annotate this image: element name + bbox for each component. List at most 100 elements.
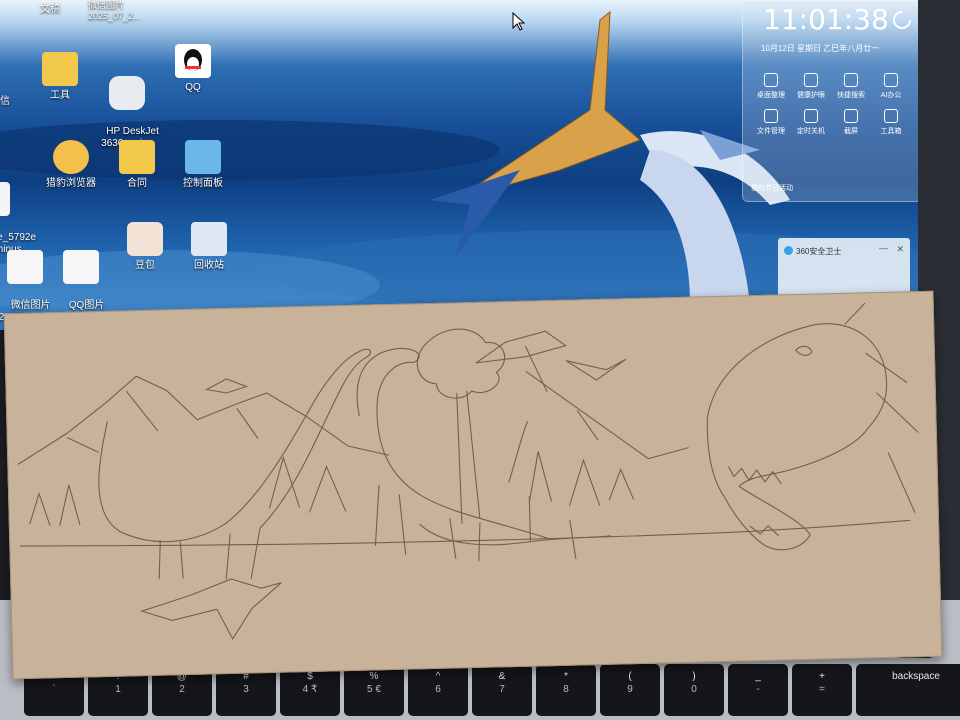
desktop-icon-label: QQ (185, 82, 201, 93)
widget-button-ai[interactable]: AI办公 (871, 73, 911, 100)
folder-icon (42, 52, 78, 86)
desktop-icon-label: 回收站 (194, 260, 224, 271)
desktop-icon-browser[interactable]: 猎豹浏览器 (36, 140, 106, 190)
key-sublabel: 5 € (367, 684, 381, 695)
desktop-widget: 11:01:38 10月12日 星期日 乙巳年八月廿一 桌面整理 健康护眼 快捷… (742, 0, 922, 202)
trex-teeth (728, 466, 782, 537)
key-symbol[interactable]: & 7 (472, 664, 532, 716)
pterosaur-sketch (204, 330, 627, 394)
key-symbol[interactable]: (9 (600, 664, 660, 716)
desktop-top-label[interactable]: 微信图片 2025_07_2... (88, 0, 178, 22)
desktop-icon-tools[interactable]: 工具 (25, 52, 95, 102)
widget-button-label: 工具箱 (880, 128, 902, 135)
browser-icon (53, 140, 89, 174)
key-sublabel: ` (52, 684, 56, 695)
trex-head (706, 323, 888, 551)
desktop-icon-recycle-bin[interactable]: 回收站 (174, 222, 244, 272)
key-sublabel: 1 (115, 684, 121, 695)
key-sublabel: 3 (243, 684, 249, 695)
widget-button-label: 定时关机 (797, 128, 825, 135)
qq-icon (175, 44, 211, 78)
widget-button-label: 文件管理 (757, 128, 785, 135)
close-button[interactable]: ✕ (896, 244, 904, 255)
key-sublabel: 8 (563, 684, 569, 695)
printer-icon (109, 76, 145, 110)
trex-eye (795, 345, 813, 356)
widget-button-search[interactable]: 快捷搜索 (831, 73, 871, 100)
key-symbol[interactable]: % 5 € (344, 664, 404, 716)
desktop-icon-control-panel[interactable]: 控制面板 (168, 140, 238, 190)
widget-button-label: 快捷搜索 (837, 92, 865, 99)
key-label: % (369, 671, 379, 682)
dinosaur-pencil-sketch (17, 302, 919, 641)
plus-icon (884, 109, 898, 123)
image-file-icon (63, 250, 99, 284)
desktop-icon-doubao[interactable]: 豆包 (110, 222, 180, 272)
tree-canopy (416, 328, 506, 399)
key-symbol[interactable]: ^ 6 (408, 664, 468, 716)
search-icon (844, 73, 858, 87)
widget-button-eye-care[interactable]: 健康护眼 (791, 73, 831, 100)
widget-button-label: 桌面整理 (757, 92, 785, 99)
key-symbol[interactable]: _ - (728, 664, 788, 716)
mouse-cursor-icon (512, 12, 526, 31)
ai-icon (884, 73, 898, 87)
avatar-icon (127, 222, 163, 256)
key-sublabel: 4 ₹ (302, 684, 318, 695)
folder-icon (119, 140, 155, 174)
widget-button-desktop-organize[interactable]: 桌面整理 (751, 73, 791, 100)
sauropod-left (98, 348, 372, 580)
desktop-icon-qq[interactable]: QQ (158, 44, 228, 94)
shield-icon (784, 246, 793, 255)
desktop-icon-contracts[interactable]: 合同 (102, 140, 172, 190)
desktop-icon-label: 合同 (127, 178, 147, 189)
desktop-screen: 文稿 微信图片 2025_07_2... 信 工具 HP DeskJet 363… (0, 0, 960, 330)
desktop-organize-icon (764, 73, 778, 87)
key-sublabel: 0 (691, 684, 697, 695)
key-label: & (498, 671, 506, 682)
key-sublabel: 9 (627, 684, 633, 695)
key-label: + (819, 671, 825, 682)
key-label: ^ (435, 671, 441, 682)
widget-button-toolbox[interactable]: 工具箱 (871, 109, 911, 136)
key-sublabel: 7 (499, 684, 505, 695)
image-file-icon (7, 250, 43, 284)
desktop-icon-label: 工具 (50, 90, 70, 101)
mountain-outline (525, 371, 689, 460)
widget-button-label: 截屏 (844, 128, 858, 135)
desktop-icon-label: 豆包 (135, 260, 155, 271)
power-icon (804, 109, 818, 123)
key-label: ( (628, 671, 632, 682)
widget-button-shutdown[interactable]: 定时关机 (791, 109, 831, 136)
recycle-bin-icon (191, 222, 227, 256)
drawing-board (3, 290, 943, 680)
file-icon (0, 182, 10, 216)
key-symbol[interactable]: * 8 (536, 664, 596, 716)
key-label: _ (755, 671, 761, 682)
eye-icon (804, 73, 818, 87)
desktop-edge-label: 信 (0, 96, 10, 107)
key-symbol[interactable]: ) 0 (664, 664, 724, 716)
key-label: $ (307, 671, 313, 682)
key-label: ) (692, 671, 696, 682)
mountain-outline (17, 375, 389, 465)
widget-button-label: 健康护眼 (797, 92, 825, 99)
desktop-icon-label: 控制面板 (183, 178, 223, 189)
desktop-top-label[interactable]: 文稿 (40, 0, 60, 15)
desktop-icon-label: 猎豹浏览器 (46, 178, 96, 189)
key-sublabel: 6 (435, 684, 441, 695)
pterosaur-foreground (140, 578, 282, 641)
widget-button-file-manager[interactable]: 文件管理 (751, 109, 791, 136)
screenshot-icon (844, 109, 858, 123)
key-symbol[interactable]: + = (792, 664, 852, 716)
widget-footer-link[interactable]: 我的节日活动 (751, 183, 793, 193)
sauropod-middle (356, 347, 551, 562)
file-manager-icon (764, 109, 778, 123)
notification-title: 360安全卫士 (796, 247, 842, 256)
minimize-button[interactable]: — (879, 243, 888, 253)
widget-button-screenshot[interactable]: 截屏 (831, 109, 871, 136)
clock-time: 11:01:38 (763, 3, 889, 36)
widget-button-label: AI办公 (880, 92, 902, 99)
key-backspace[interactable]: backspace (856, 664, 960, 716)
refresh-icon[interactable] (891, 9, 913, 31)
